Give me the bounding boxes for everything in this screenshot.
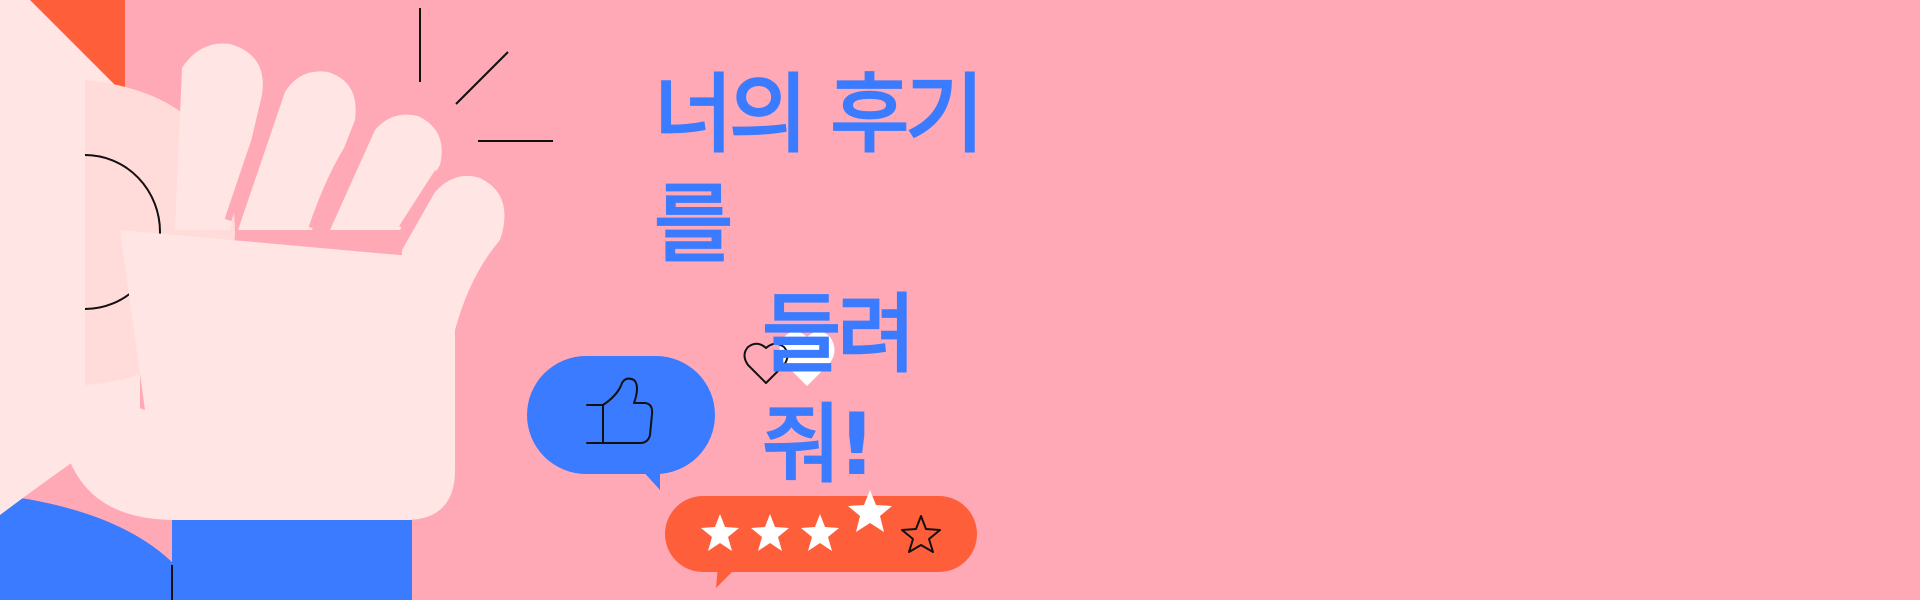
headline-line-1: 너의 후기를 <box>654 65 984 275</box>
sleeve-shape <box>172 520 412 600</box>
headline: 너의 후기를 들려줘! <box>650 60 990 500</box>
headline-line-2: 들려줘! <box>762 285 916 495</box>
attention-line-2 <box>455 51 509 105</box>
review-banner: 너의 후기를 들려줘! <box>0 0 1920 600</box>
